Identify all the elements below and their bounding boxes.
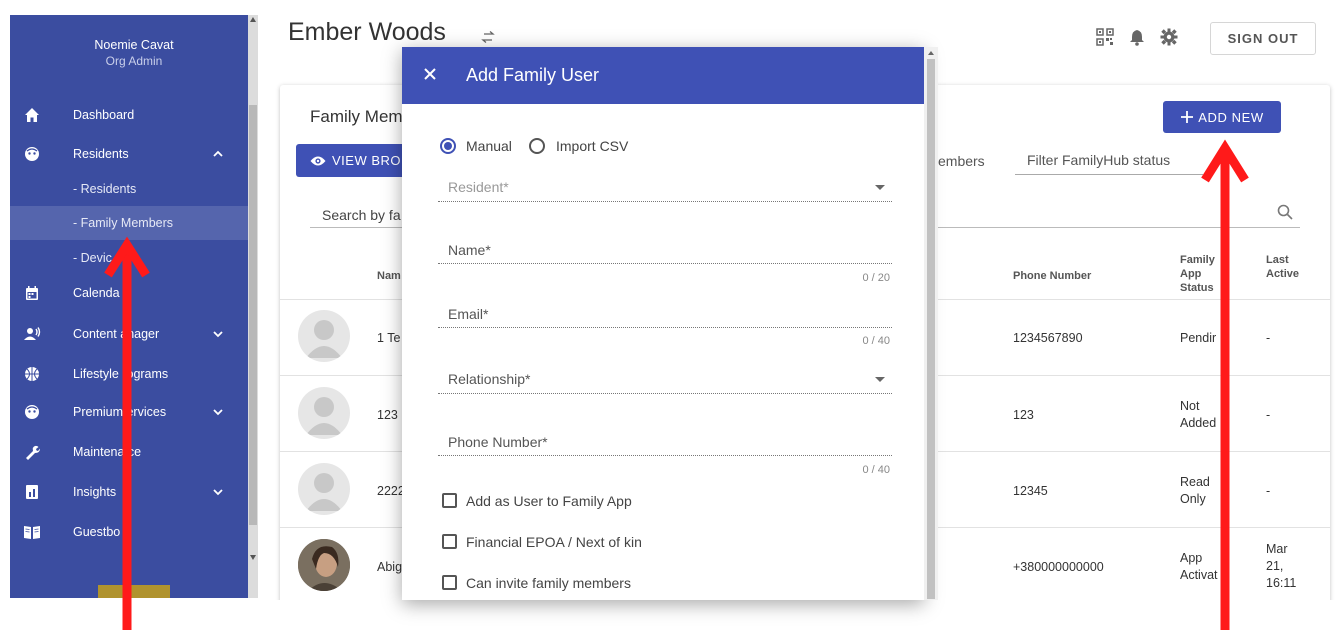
user-role: Org Admin (105, 54, 163, 68)
phone-number-field[interactable]: Phone Number* (448, 434, 548, 450)
sidebar-item-label: - Residents (73, 182, 137, 196)
dropdown-caret-icon[interactable] (875, 185, 885, 190)
avatar-placeholder-icon (298, 310, 350, 362)
sidebar-scrollbar[interactable] (248, 15, 258, 598)
home-icon (22, 105, 42, 125)
add-family-user-dialog: Add Family User Manual Import CSV Reside… (402, 47, 924, 600)
radio-manual[interactable] (440, 138, 456, 154)
scroll-up-arrow-icon[interactable] (250, 17, 256, 22)
header-icons (1096, 28, 1178, 46)
avatar-placeholder-icon (298, 387, 350, 439)
sidebar-item-dashboard[interactable]: Dashboard (10, 98, 258, 132)
add-new-button[interactable]: ADD NEW (1163, 101, 1281, 133)
dialog-header: Add Family User (402, 47, 924, 104)
radio-import-csv-label[interactable]: Import CSV (556, 138, 628, 154)
column-header-last-active[interactable]: Last Active (1266, 253, 1300, 281)
qr-code-icon[interactable] (1096, 28, 1114, 46)
cell-name: 2222 (377, 484, 405, 498)
phone-underline (438, 455, 892, 456)
name-counter: 0 / 20 (862, 272, 890, 284)
column-header-phone[interactable]: Phone Number (1013, 269, 1091, 283)
gear-icon[interactable] (1160, 28, 1178, 46)
chevron-up-icon (213, 150, 223, 157)
sign-out-button[interactable]: SIGN OUT (1210, 22, 1316, 55)
resident-select[interactable]: Resident* (448, 179, 509, 195)
chevron-down-icon (213, 409, 223, 416)
column-header-name[interactable]: Nam (377, 269, 401, 283)
email-field[interactable]: Email* (448, 306, 488, 322)
chevron-down-icon (213, 489, 223, 496)
sidebar-item-residents[interactable]: Residents (10, 137, 258, 171)
bell-icon[interactable] (1128, 28, 1146, 46)
search-icon[interactable] (1276, 203, 1294, 221)
user-info: Noemie Cavat Org Admin (10, 38, 258, 68)
financial-epoa-checkbox-label[interactable]: Financial EPOA / Next of kin (466, 534, 642, 550)
book-icon (22, 522, 42, 542)
sidebar-item-label: Dashboard (73, 108, 135, 122)
sidebar-item-residents-sub[interactable]: - Residents (10, 172, 258, 206)
add-new-label: ADD NEW (1198, 109, 1264, 125)
cell-name: 1 Te (377, 331, 401, 345)
scroll-up-arrow-icon[interactable] (928, 51, 934, 55)
view-button-label: VIEW BRO (332, 153, 402, 168)
search-input[interactable]: Search by fa (322, 207, 401, 223)
resident-underline (438, 201, 892, 202)
radio-manual-label[interactable]: Manual (466, 138, 512, 154)
invite-family-checkbox[interactable] (442, 575, 457, 590)
card-title: Family Mem (310, 107, 403, 126)
content-manager-icon (22, 324, 42, 344)
chevron-down-icon (213, 331, 223, 338)
add-user-checkbox-label[interactable]: Add as User to Family App (466, 493, 632, 509)
sidebar-item-label: Residents (73, 147, 129, 161)
wrench-icon (22, 442, 42, 462)
cell-phone: 1234567890 (1013, 331, 1083, 345)
close-icon[interactable] (420, 64, 440, 84)
sidebar-item-label: - Family Members (73, 216, 174, 230)
cell-last-active: - (1266, 484, 1271, 498)
calendar-icon (22, 283, 42, 303)
email-underline (438, 327, 892, 328)
cell-phone: +380000000000 (1013, 560, 1104, 574)
dialog-title: Add Family User (466, 65, 600, 85)
filter-members-select[interactable]: embers (938, 153, 985, 169)
invite-family-checkbox-label[interactable]: Can invite family members (466, 575, 631, 591)
plus-icon (1181, 111, 1194, 123)
dialog-scroll-thumb[interactable] (927, 59, 935, 599)
page-title: Ember Woods (288, 18, 446, 46)
swap-icon[interactable] (480, 30, 496, 44)
dialog-scrollbar[interactable] (924, 47, 938, 600)
name-field[interactable]: Name* (448, 242, 491, 258)
cell-name: Abig (377, 560, 403, 574)
premium-face-icon (22, 402, 42, 422)
scroll-down-arrow-icon[interactable] (250, 555, 256, 560)
cell-last-active: Mar 21, 16:11 (1266, 542, 1297, 590)
annotation-arrow-icon (1201, 139, 1249, 630)
financial-epoa-checkbox[interactable] (442, 534, 457, 549)
avatar (298, 539, 350, 591)
cell-phone: 12345 (1013, 484, 1048, 498)
radio-import-csv[interactable] (529, 138, 545, 154)
annotation-arrow-icon (104, 236, 150, 630)
email-counter: 0 / 40 (862, 335, 890, 347)
cell-name: 123 (377, 408, 398, 422)
cell-phone: 123 (1013, 408, 1034, 422)
avatar-placeholder-icon (298, 463, 350, 515)
name-underline (438, 263, 892, 264)
resident-face-icon (22, 144, 42, 164)
relationship-underline (438, 393, 892, 394)
sidebar-scroll-thumb[interactable] (249, 105, 257, 525)
insights-icon (22, 482, 42, 502)
phone-counter: 0 / 40 (862, 464, 890, 476)
eye-icon (310, 156, 326, 165)
add-user-checkbox[interactable] (442, 493, 457, 508)
user-name: Noemie Cavat (94, 38, 174, 52)
filter-familyhub-status-select[interactable]: Filter FamilyHub status (1015, 145, 1203, 175)
relationship-select[interactable]: Relationship* (448, 371, 531, 387)
basketball-icon (22, 364, 42, 384)
dropdown-caret-icon[interactable] (875, 377, 885, 382)
cell-last-active: - (1266, 331, 1271, 345)
cell-last-active: - (1266, 408, 1271, 422)
